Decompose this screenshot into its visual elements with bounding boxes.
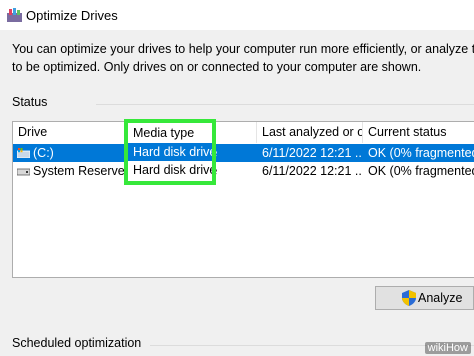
optimize-drives-app-icon: [7, 8, 22, 22]
description-text: You can optimize your drives to help you…: [12, 40, 474, 76]
drive-icon: [17, 168, 30, 176]
current-status: OK (0% fragmented): [368, 146, 474, 160]
highlighted-media-type-system-reserved: Hard disk drive: [128, 161, 216, 179]
column-header-current-status[interactable]: Current status: [363, 122, 474, 143]
last-analyzed: 6/11/2022 12:21 ...: [262, 164, 362, 178]
scheduled-optimization-label: Scheduled optimization: [12, 336, 142, 350]
description-line-1: You can optimize your drives to help you…: [12, 42, 474, 56]
drive-row-c[interactable]: (C:) Hard disk drive 6/11/2022 12:21 ...…: [13, 144, 474, 162]
status-divider: [96, 104, 474, 105]
watermark: wikiHow: [424, 342, 471, 354]
uac-shield-icon: [402, 290, 416, 306]
analyze-button[interactable]: Analyze: [375, 286, 474, 310]
window-title: Optimize Drives: [26, 8, 118, 23]
drive-row-system-reserved[interactable]: System Reserved Hard disk drive 6/11/202…: [13, 162, 474, 180]
last-analyzed: 6/11/2022 12:21 ...: [262, 146, 362, 160]
drive-name: System Reserved: [33, 164, 129, 178]
drives-list[interactable]: Drive Media type Last analyzed or o... C…: [12, 121, 474, 278]
title-bar: Optimize Drives: [0, 0, 474, 30]
description-line-2: to be optimized. Only drives on or conne…: [12, 60, 422, 74]
current-status: OK (0% fragmented): [368, 164, 474, 178]
system-drive-icon: [17, 148, 30, 158]
column-header-last-analyzed[interactable]: Last analyzed or o...: [257, 122, 363, 143]
column-header-drive[interactable]: Drive: [13, 122, 129, 143]
highlighted-media-type-header: Media type: [128, 123, 212, 144]
drive-name: (C:): [33, 146, 54, 160]
highlighted-media-type-c: Hard disk drive: [128, 143, 216, 161]
status-section-label: Status: [12, 95, 48, 109]
analyze-button-label: Analyze: [418, 291, 463, 305]
